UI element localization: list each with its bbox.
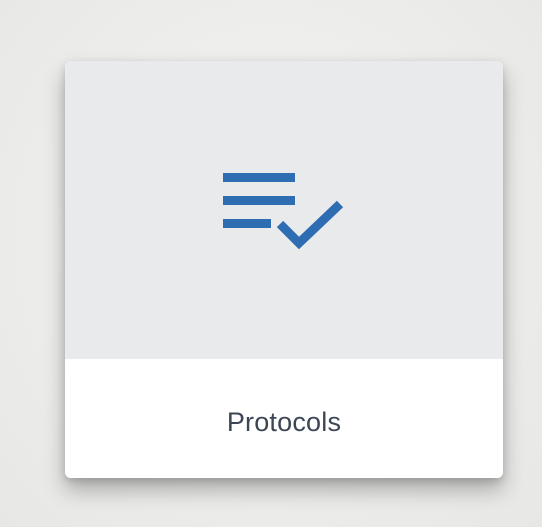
card-label-area: Protocols bbox=[65, 359, 503, 478]
protocols-card[interactable]: Protocols bbox=[65, 61, 503, 478]
playlist-check-icon bbox=[223, 173, 344, 250]
page-background: Protocols bbox=[0, 0, 542, 527]
card-label: Protocols bbox=[226, 407, 342, 437]
card-icon-area bbox=[65, 61, 503, 359]
